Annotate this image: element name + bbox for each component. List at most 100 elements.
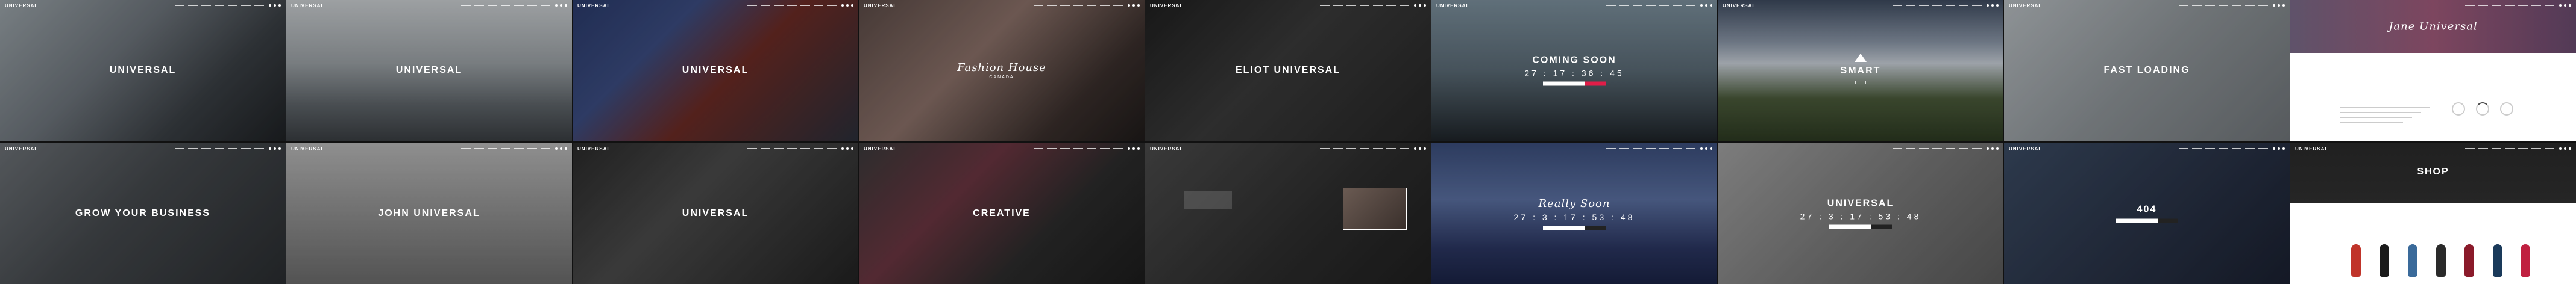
nav-link[interactable]	[488, 5, 497, 6]
nav-link[interactable]	[1386, 5, 1396, 6]
nav-link[interactable]	[1087, 5, 1096, 6]
cart-icon[interactable]	[560, 147, 562, 150]
nav-link[interactable]	[1100, 148, 1110, 149]
nav-link[interactable]	[1034, 148, 1043, 149]
cart-icon[interactable]	[1132, 4, 1135, 7]
template-tile[interactable]: UNIVERSAL UNIVERSAL	[0, 0, 286, 141]
nav-link[interactable]	[814, 148, 823, 149]
template-tile[interactable]: UNIVERSAL	[1145, 143, 1431, 284]
nav-link[interactable]	[1646, 148, 1656, 149]
nav-link[interactable]	[2245, 5, 2255, 6]
nav-link[interactable]	[501, 5, 510, 6]
nav-link[interactable]	[1633, 5, 1642, 6]
product-item[interactable]	[2521, 244, 2531, 277]
nav-link[interactable]	[1633, 148, 1642, 149]
nav-link[interactable]	[1320, 5, 1330, 6]
template-tile[interactable]: UNIVERSAL COMING SOON 27 : 17 : 36 : 45	[1431, 0, 1717, 141]
nav-link[interactable]	[1060, 5, 1070, 6]
site-logo[interactable]: UNIVERSAL	[1436, 3, 1469, 8]
nav-link[interactable]	[1946, 148, 1955, 149]
product-item[interactable]	[2408, 244, 2418, 277]
nav-link[interactable]	[2205, 148, 2215, 149]
nav-link[interactable]	[1320, 148, 1330, 149]
nav-link[interactable]	[747, 5, 757, 6]
menu-icon[interactable]	[851, 147, 853, 150]
nav-link[interactable]	[1386, 148, 1396, 149]
hero-button[interactable]	[1855, 81, 1866, 84]
menu-icon[interactable]	[2282, 147, 2285, 150]
nav-link[interactable]	[1919, 148, 1929, 149]
nav-link[interactable]	[747, 148, 757, 149]
subscribe-button[interactable]	[1585, 81, 1606, 86]
nav-link[interactable]	[1073, 148, 1083, 149]
product-item[interactable]	[2492, 244, 2502, 277]
nav-link[interactable]	[188, 5, 198, 6]
nav-link[interactable]	[2192, 148, 2202, 149]
nav-link[interactable]	[2232, 5, 2241, 6]
menu-icon[interactable]	[2569, 4, 2571, 7]
subscribe-button[interactable]	[1585, 226, 1606, 230]
nav-link[interactable]	[2545, 5, 2554, 6]
site-logo[interactable]: UNIVERSAL	[577, 146, 611, 152]
nav-link[interactable]	[1606, 148, 1616, 149]
email-input[interactable]	[1543, 226, 1585, 230]
nav-link[interactable]	[2492, 5, 2501, 6]
template-tile[interactable]: UNIVERSAL 404	[2004, 143, 2290, 284]
nav-link[interactable]	[2531, 148, 2541, 149]
nav-link[interactable]	[254, 148, 264, 149]
cart-icon[interactable]	[274, 4, 276, 7]
nav-link[interactable]	[1906, 148, 1915, 149]
cart-icon[interactable]	[846, 147, 849, 150]
nav-link[interactable]	[1087, 148, 1096, 149]
nav-link[interactable]	[215, 148, 224, 149]
site-logo[interactable]: UNIVERSAL	[2009, 146, 2042, 152]
cart-icon[interactable]	[1991, 4, 1994, 7]
site-logo[interactable]: UNIVERSAL	[291, 3, 324, 8]
nav-link[interactable]	[228, 148, 237, 149]
video-preview[interactable]	[1343, 188, 1407, 230]
menu-icon[interactable]	[2282, 4, 2285, 7]
nav-link[interactable]	[541, 5, 550, 6]
email-input[interactable]	[1543, 81, 1585, 86]
menu-icon[interactable]	[1710, 4, 1712, 7]
nav-link[interactable]	[474, 5, 484, 6]
nav-link[interactable]	[501, 148, 510, 149]
nav-link[interactable]	[1333, 5, 1343, 6]
nav-link[interactable]	[2545, 148, 2554, 149]
search-icon[interactable]	[1987, 4, 1989, 7]
nav-link[interactable]	[1047, 5, 1057, 6]
nav-link[interactable]	[1906, 5, 1915, 6]
nav-link[interactable]	[827, 148, 837, 149]
nav-link[interactable]	[2179, 148, 2188, 149]
site-logo[interactable]: UNIVERSAL	[577, 3, 611, 8]
cart-icon[interactable]	[2278, 4, 2280, 7]
nav-link[interactable]	[254, 5, 264, 6]
site-logo[interactable]: UNIVERSAL	[864, 3, 897, 8]
template-tile[interactable]: UNIVERSAL JOHN UNIVERSAL	[286, 143, 572, 284]
site-logo[interactable]: UNIVERSAL	[1150, 146, 1183, 152]
nav-link[interactable]	[2518, 148, 2528, 149]
template-tile[interactable]: UNIVERSAL UNIVERSAL	[573, 0, 858, 141]
menu-icon[interactable]	[565, 147, 567, 150]
nav-link[interactable]	[461, 5, 471, 6]
search-icon[interactable]	[1700, 147, 1703, 150]
nav-link[interactable]	[1972, 148, 1982, 149]
cart-icon[interactable]	[2278, 147, 2280, 150]
template-tile[interactable]: UNIVERSAL ELIOT UNIVERSAL	[1145, 0, 1431, 141]
nav-link[interactable]	[541, 148, 550, 149]
nav-link[interactable]	[1619, 148, 1629, 149]
search-icon[interactable]	[2559, 4, 2562, 7]
nav-link[interactable]	[241, 148, 251, 149]
search-icon[interactable]	[1128, 147, 1130, 150]
nav-link[interactable]	[527, 148, 537, 149]
cart-icon[interactable]	[560, 4, 562, 7]
nav-link[interactable]	[474, 148, 484, 149]
nav-link[interactable]	[1113, 5, 1123, 6]
search-icon[interactable]	[1128, 4, 1130, 7]
cart-icon[interactable]	[846, 4, 849, 7]
menu-icon[interactable]	[1424, 4, 1426, 7]
nav-link[interactable]	[1959, 148, 1968, 149]
nav-link[interactable]	[2505, 148, 2515, 149]
nav-link[interactable]	[461, 148, 471, 149]
site-logo[interactable]: UNIVERSAL	[5, 146, 38, 152]
